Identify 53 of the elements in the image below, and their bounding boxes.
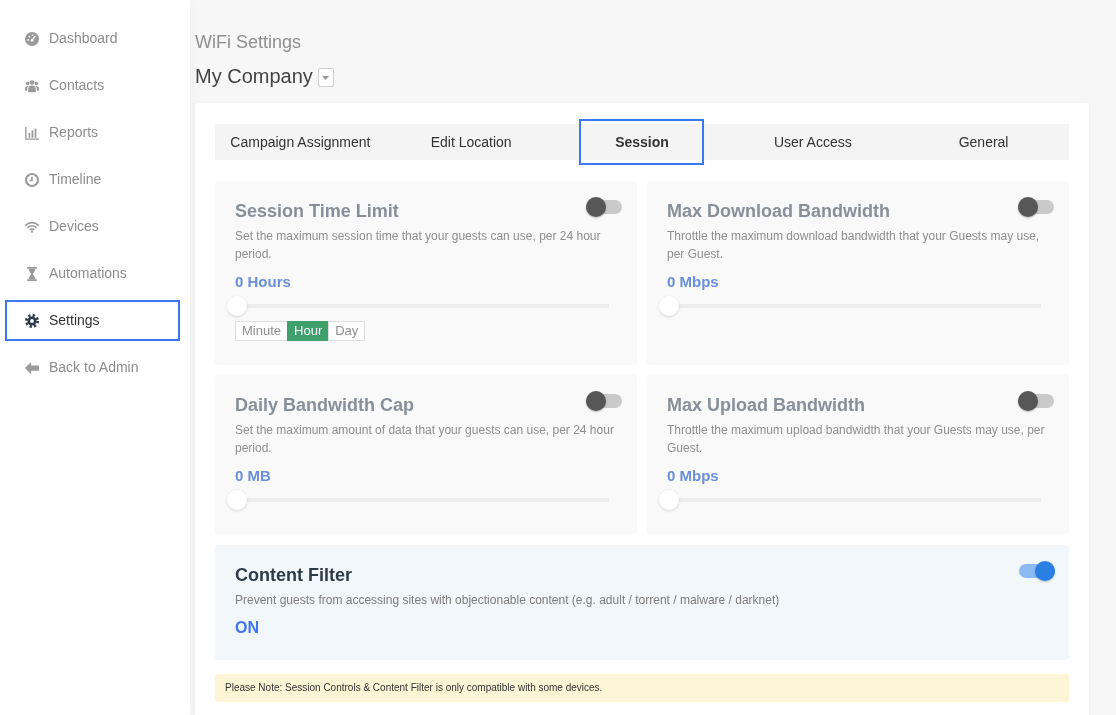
toggle-switch[interactable] (586, 197, 622, 217)
toggle-switch[interactable] (586, 391, 622, 411)
sidebar-item[interactable]: Reports (5, 112, 180, 153)
panel-description: Prevent guests from accessing sites with objectionable content (e.g. adult / torrent / malware / darknet) (235, 592, 781, 609)
panel-title: Max Upload Bandwidth (667, 394, 865, 417)
toggle-switch[interactable] (1019, 561, 1055, 581)
slider-thumb[interactable] (227, 296, 247, 316)
people-icon (25, 78, 39, 93)
tab[interactable]: Session (579, 119, 705, 165)
sidebar-item[interactable]: Timeline (5, 159, 180, 200)
toggle-switch[interactable] (1018, 391, 1054, 411)
panel-value: 0 Hours (235, 272, 292, 292)
panel-description: Set the maximum session time that your guests can use, per 24 hour period. (235, 228, 602, 263)
page-title: WiFi Settings (195, 31, 303, 54)
sidebar-item[interactable]: Dashboard (5, 18, 180, 59)
toggle-switch[interactable] (1018, 197, 1054, 217)
slider-thumb[interactable] (227, 490, 247, 510)
sidebar-item[interactable]: Automations (5, 253, 180, 294)
unit-option[interactable]: Hour (287, 321, 330, 341)
bar-chart-icon (25, 125, 39, 140)
settings-icon (25, 313, 39, 328)
panel-value: 0 MB (235, 466, 272, 486)
sidebar-item[interactable]: Settings (5, 300, 180, 341)
tab[interactable]: Campaign Assignment (218, 119, 383, 165)
sidebar-item[interactable]: Contacts (5, 65, 180, 106)
gauge-icon (25, 31, 39, 46)
tab[interactable]: User Access (750, 119, 876, 165)
panel-value: 0 Mbps (667, 466, 720, 486)
arrow-left-icon (25, 360, 39, 375)
panel-value: 0 Mbps (667, 272, 720, 292)
clock-icon (25, 172, 39, 187)
tab[interactable]: Edit Location (408, 119, 534, 165)
location-name: My Company (195, 64, 313, 89)
dropdown-button[interactable] (317, 68, 334, 87)
filter-status: ON (235, 618, 260, 638)
sidebar-item[interactable]: Devices (5, 206, 180, 247)
panel-title: Session Time Limit (235, 200, 399, 223)
panel-description: Set the maximum amount of data that your guests can use, per 24 hour period. (235, 422, 615, 457)
panel-title: Daily Bandwidth Cap (235, 394, 414, 417)
slider-thumb[interactable] (659, 490, 679, 510)
panel-description: Throttle the maximum download bandwidth that your Guests may use, per Guest. (667, 228, 1041, 263)
compatibility-note: Please Note: Session Controls & Content Filter is only compatible with some devices. (215, 674, 1069, 702)
panel-title: Content Filter (235, 564, 352, 587)
slider-thumb[interactable] (659, 296, 679, 316)
panel-title: Max Download Bandwidth (667, 200, 890, 223)
wifi-icon (25, 219, 39, 234)
panel-description: Throttle the maximum upload bandwidth that your Guests may use, per Guest. (667, 422, 1046, 457)
unit-option[interactable]: Minute (235, 321, 289, 341)
tab[interactable]: General (921, 119, 1047, 165)
caret-icon (322, 75, 330, 80)
unit-option[interactable]: Day (328, 321, 366, 341)
sidebar-item[interactable]: Back to Admin (5, 347, 180, 388)
hourglass-icon (25, 266, 39, 281)
